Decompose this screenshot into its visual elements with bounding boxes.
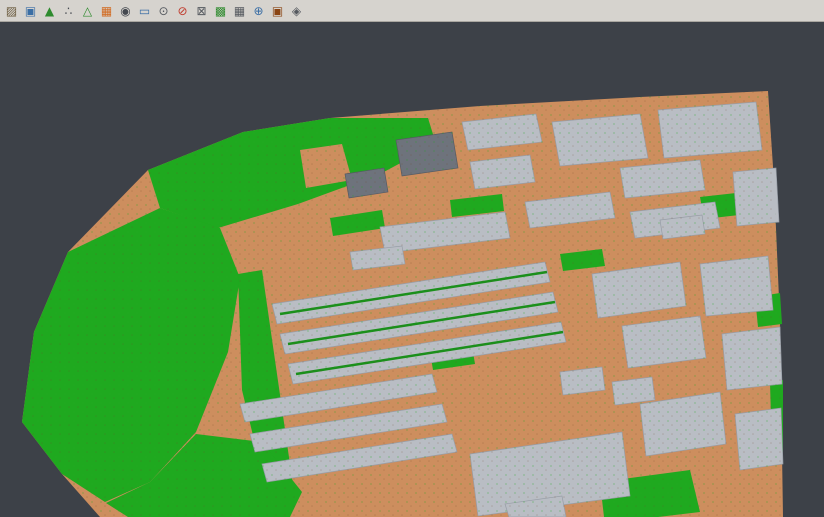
scene-svg[interactable]: [0, 22, 824, 517]
dem-icon-glyph: ▲: [45, 5, 54, 17]
toolbar: ▨ ▣ ▲ ∴ △ ▦ ◉ ▭ ⊙ ⊘ ⊠ ▩ ▦ ⊕ ▣ ◈: [0, 0, 824, 22]
save-icon-glyph: ▣: [25, 5, 36, 17]
orthophoto-icon[interactable]: ▭: [136, 2, 153, 19]
geolocation-icon-glyph: ⊕: [253, 5, 263, 17]
crop-icon-glyph: ⊠: [196, 5, 206, 17]
classification-icon[interactable]: ▩: [212, 2, 229, 19]
measure-icon-glyph: ⊘: [177, 5, 187, 17]
capture-icon[interactable]: ▣: [269, 2, 286, 19]
info-icon[interactable]: ◈: [288, 2, 305, 19]
measure-icon[interactable]: ⊘: [174, 2, 191, 19]
capture-icon-glyph: ▣: [272, 5, 283, 17]
info-icon-glyph: ◈: [292, 5, 301, 17]
texture-icon[interactable]: ▦: [98, 2, 115, 19]
crop-icon[interactable]: ⊠: [193, 2, 210, 19]
save-icon[interactable]: ▣: [22, 2, 39, 19]
geolocation-icon[interactable]: ⊕: [250, 2, 267, 19]
point-cloud-icon[interactable]: ∴: [60, 2, 77, 19]
mesh-icon-glyph: △: [83, 5, 92, 17]
camera-view-icon-glyph: ◉: [120, 5, 130, 17]
dem-icon[interactable]: ▲: [41, 2, 58, 19]
grid-icon[interactable]: ▦: [231, 2, 248, 19]
open-icon[interactable]: ▨: [3, 2, 20, 19]
classification-icon-glyph: ▩: [215, 5, 226, 17]
viewport-3d[interactable]: [0, 22, 824, 517]
open-icon-glyph: ▨: [6, 5, 17, 17]
scene-speckle: [22, 91, 783, 517]
orthophoto-icon-glyph: ▭: [139, 5, 150, 17]
mesh-icon[interactable]: △: [79, 2, 96, 19]
camera-view-icon[interactable]: ◉: [117, 2, 134, 19]
render-settings-icon[interactable]: ⊙: [155, 2, 172, 19]
grid-icon-glyph: ▦: [234, 5, 245, 17]
texture-icon-glyph: ▦: [101, 5, 112, 17]
application-window: ▨ ▣ ▲ ∴ △ ▦ ◉ ▭ ⊙ ⊘ ⊠ ▩ ▦ ⊕ ▣ ◈: [0, 0, 824, 517]
point-cloud-icon-glyph: ∴: [65, 5, 73, 17]
render-settings-icon-glyph: ⊙: [158, 5, 168, 17]
